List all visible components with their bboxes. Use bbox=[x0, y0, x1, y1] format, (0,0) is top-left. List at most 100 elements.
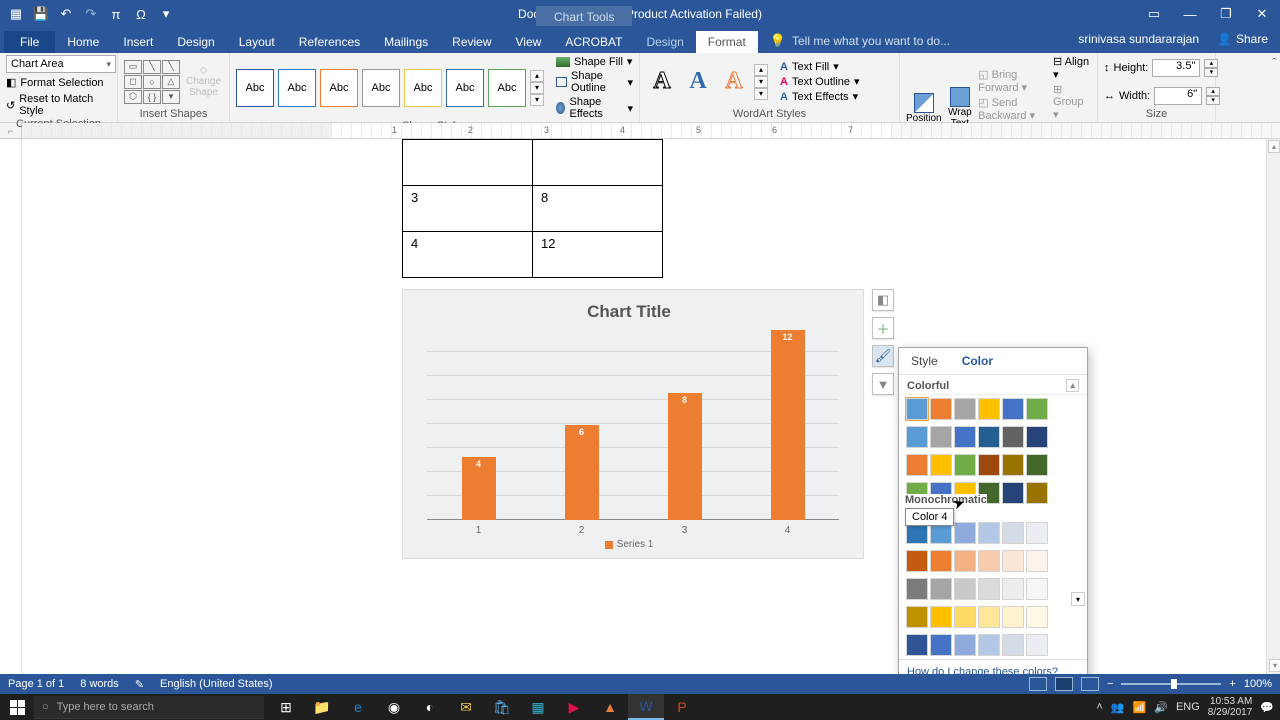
color-swatch[interactable] bbox=[1026, 550, 1048, 572]
width-input[interactable]: 6" bbox=[1154, 87, 1202, 105]
notifications-icon[interactable]: 💬 bbox=[1260, 701, 1274, 714]
proofing-icon[interactable]: ✎ bbox=[135, 678, 144, 691]
text-outline-button[interactable]: AText Outline ▾ bbox=[780, 75, 860, 88]
chrome-button[interactable]: ◉ bbox=[376, 694, 412, 720]
height-spinner[interactable]: ▴▾ bbox=[1204, 59, 1218, 77]
color-swatch[interactable] bbox=[954, 454, 976, 476]
layout-options-button[interactable]: ◧ bbox=[872, 289, 894, 311]
wordart-style-1[interactable]: A bbox=[646, 64, 678, 100]
share-button[interactable]: 👤 Share bbox=[1217, 32, 1268, 46]
color-swatch[interactable] bbox=[1026, 634, 1048, 656]
color-swatch[interactable] bbox=[1026, 578, 1048, 600]
file-explorer-button[interactable]: 📁 bbox=[304, 694, 340, 720]
color-swatch[interactable] bbox=[978, 634, 1000, 656]
data-table[interactable]: 3 8 4 12 bbox=[402, 139, 663, 278]
minimize-icon[interactable]: — bbox=[1172, 0, 1208, 28]
zoom-out-button[interactable]: − bbox=[1107, 678, 1113, 690]
tab-home[interactable]: Home bbox=[55, 31, 111, 53]
word-icon[interactable]: ▦ bbox=[4, 2, 28, 26]
scroll-up-button[interactable]: ▴ bbox=[1268, 140, 1280, 153]
read-mode-button[interactable] bbox=[1029, 677, 1047, 691]
tab-chart-design[interactable]: Design bbox=[634, 31, 695, 53]
shape-effects-button[interactable]: Shape Effects ▾ bbox=[556, 96, 633, 120]
color-swatch[interactable] bbox=[1002, 398, 1024, 420]
color-swatch[interactable] bbox=[1002, 482, 1024, 504]
collapse-ribbon-button[interactable]: ˆ bbox=[1272, 57, 1276, 69]
color-tab[interactable]: Color bbox=[950, 348, 1005, 374]
chart-element-selector[interactable]: Chart Area bbox=[6, 55, 116, 73]
shape-outline-button[interactable]: Shape Outline ▾ bbox=[556, 70, 633, 94]
bar-2[interactable]: 6 bbox=[565, 425, 599, 520]
tab-review[interactable]: Review bbox=[440, 31, 503, 53]
zoom-in-button[interactable]: + bbox=[1229, 678, 1235, 690]
table-cell[interactable]: 8 bbox=[533, 186, 663, 232]
change-shape-button[interactable]: ◇ Change Shape bbox=[184, 65, 223, 98]
chart-styles-button[interactable]: 🖌 bbox=[872, 345, 894, 367]
color-swatch[interactable] bbox=[906, 426, 928, 448]
color-swatch[interactable] bbox=[978, 606, 1000, 628]
color-swatch[interactable] bbox=[1026, 522, 1048, 544]
shape-style-3[interactable]: Abc bbox=[320, 69, 358, 107]
table-row[interactable]: 3 8 bbox=[403, 186, 663, 232]
table-cell[interactable] bbox=[403, 140, 533, 186]
bar-4[interactable]: 12 bbox=[771, 330, 805, 520]
bar-1[interactable]: 4 bbox=[462, 457, 496, 520]
color-swatch[interactable] bbox=[930, 454, 952, 476]
restore-icon[interactable]: ❐ bbox=[1208, 0, 1244, 28]
color-swatch[interactable] bbox=[930, 606, 952, 628]
omega-icon[interactable]: Ω bbox=[129, 2, 153, 26]
app-button[interactable]: ◐ bbox=[412, 694, 448, 720]
send-backward-button[interactable]: ◰ Send Backward ▾ bbox=[978, 96, 1049, 122]
user-name[interactable]: srinivasa sundararajan bbox=[1078, 32, 1199, 46]
color-swatch[interactable] bbox=[978, 454, 1000, 476]
wordart-style-3[interactable]: A bbox=[718, 64, 750, 100]
color-swatch[interactable] bbox=[1002, 426, 1024, 448]
color-swatch[interactable] bbox=[1002, 578, 1024, 600]
web-layout-button[interactable] bbox=[1081, 677, 1099, 691]
tab-view[interactable]: View bbox=[504, 31, 554, 53]
input-language[interactable]: ENG bbox=[1176, 701, 1200, 713]
color-swatch[interactable] bbox=[978, 398, 1000, 420]
ribbon-display-icon[interactable]: ▭ bbox=[1136, 0, 1172, 28]
table-cell[interactable]: 12 bbox=[533, 232, 663, 278]
color-swatch[interactable] bbox=[1002, 454, 1024, 476]
shape-style-gallery[interactable]: Abc Abc Abc Abc Abc Abc Abc ▴▾▾ bbox=[236, 69, 544, 107]
color-swatch[interactable] bbox=[954, 426, 976, 448]
store-button[interactable]: 🛍 bbox=[484, 694, 520, 720]
color-swatch[interactable] bbox=[906, 634, 928, 656]
position-button[interactable]: Position bbox=[906, 93, 942, 124]
tab-insert[interactable]: Insert bbox=[111, 31, 165, 53]
chart-filters-button[interactable]: ▼ bbox=[872, 373, 894, 395]
color-swatch[interactable] bbox=[954, 550, 976, 572]
color-swatch[interactable] bbox=[906, 550, 928, 572]
scroll-down-button[interactable]: ▾ bbox=[1269, 659, 1280, 672]
undo-icon[interactable]: ↶ bbox=[54, 2, 78, 26]
color-swatch[interactable] bbox=[930, 426, 952, 448]
shape-style-1[interactable]: Abc bbox=[236, 69, 274, 107]
color-swatch[interactable] bbox=[954, 606, 976, 628]
color-swatch[interactable] bbox=[1026, 482, 1048, 504]
save-icon[interactable]: 💾 bbox=[29, 2, 53, 26]
zoom-slider[interactable] bbox=[1121, 683, 1221, 685]
shape-style-4[interactable]: Abc bbox=[362, 69, 400, 107]
width-spinner[interactable]: ▴▾ bbox=[1206, 87, 1220, 105]
tab-design[interactable]: Design bbox=[165, 31, 226, 53]
text-effects-button[interactable]: AText Effects ▾ bbox=[780, 90, 860, 103]
color-swatch[interactable] bbox=[906, 454, 928, 476]
style-tab[interactable]: Style bbox=[899, 348, 950, 374]
mail-button[interactable]: ✉ bbox=[448, 694, 484, 720]
wordart-style-2[interactable]: A bbox=[682, 64, 714, 100]
tab-references[interactable]: References bbox=[287, 31, 372, 53]
table-cell[interactable]: 4 bbox=[403, 232, 533, 278]
print-layout-button[interactable] bbox=[1055, 677, 1073, 691]
page-indicator[interactable]: Page 1 of 1 bbox=[8, 678, 64, 690]
bring-forward-button[interactable]: ◱ Bring Forward ▾ bbox=[978, 68, 1049, 94]
color-swatch[interactable] bbox=[978, 426, 1000, 448]
align-button[interactable]: ⊟ Align ▾ bbox=[1053, 55, 1091, 81]
gallery-scroll[interactable]: ▴▾▾ bbox=[530, 70, 544, 106]
page-viewport[interactable]: 3 8 4 12 Chart Title 4 6 bbox=[22, 139, 1280, 694]
color-swatch[interactable] bbox=[954, 522, 976, 544]
powerpoint-button[interactable]: P bbox=[664, 694, 700, 720]
movies-button[interactable]: ▶ bbox=[556, 694, 592, 720]
color-swatch[interactable] bbox=[930, 634, 952, 656]
